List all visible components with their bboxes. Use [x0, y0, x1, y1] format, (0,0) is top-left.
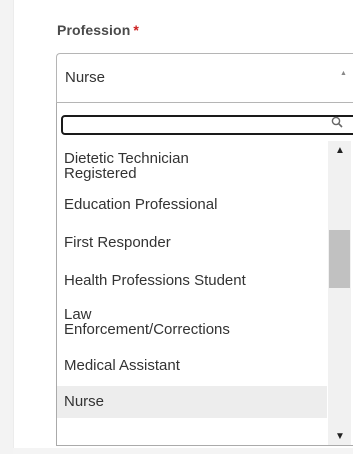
page: Profession * Nurse ▲ Dietetic Technician … [0, 0, 353, 454]
bottom-divider [13, 448, 353, 454]
caret-up-icon: ▲ [340, 70, 347, 77]
dropdown-option[interactable]: Nurse [57, 386, 327, 418]
left-side-panel [0, 0, 14, 454]
dropdown-option[interactable]: Medical Assistant [57, 346, 327, 386]
dropdown-option[interactable]: Education Professional [57, 186, 327, 224]
search-icon [330, 115, 346, 131]
dropdown-option[interactable]: Law Enforcement/Corrections [57, 300, 327, 346]
dropdown-option[interactable]: Dietetic Technician Registered [57, 144, 327, 186]
scrollbar-thumb[interactable] [329, 230, 350, 288]
dropdown-option[interactable]: Health Professions Student [57, 262, 327, 300]
profession-selected-value: Nurse [65, 69, 106, 86]
scroll-down-icon[interactable]: ▼ [335, 431, 345, 442]
dropdown-scrollbar[interactable] [328, 141, 351, 445]
profession-select[interactable]: Nurse ▲ [56, 53, 353, 103]
dropdown-option[interactable]: First Responder [57, 224, 327, 262]
profession-label-text: Profession [57, 22, 131, 38]
profession-search-input[interactable] [61, 115, 353, 135]
required-marker: * [133, 22, 139, 38]
profession-label: Profession * [57, 22, 139, 38]
scroll-up-icon[interactable]: ▲ [335, 145, 345, 156]
profession-dropdown: Dietetic Technician Registered Education … [56, 103, 353, 446]
